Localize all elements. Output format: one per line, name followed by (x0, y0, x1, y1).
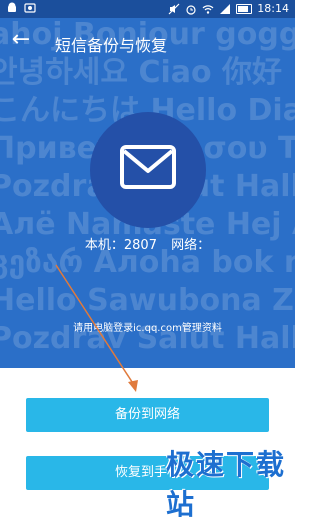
status-time: 18:14 (257, 2, 289, 15)
battery-icon (236, 3, 253, 14)
notification-icon (24, 3, 36, 13)
pattern-line: 안녕하세요 Ciao 你好 Hola (0, 55, 295, 90)
backup-to-network-button[interactable]: 备份到网络 (26, 398, 269, 432)
envelope-icon (120, 145, 176, 189)
page-title: 短信备份与恢复 (55, 36, 168, 55)
mute-icon (168, 3, 180, 14)
pattern-line: Hello Sawubona Zdravo (0, 283, 295, 318)
status-bar: 18:14 (0, 0, 295, 18)
android-icon (8, 2, 16, 12)
sms-icon-circle (90, 112, 206, 228)
wifi-icon (202, 4, 214, 14)
back-button[interactable]: ← (10, 27, 32, 52)
watermark-logo: 极速下载站 (166, 448, 287, 521)
local-count: 本机：2807 (84, 238, 157, 253)
sms-count-stats: 本机：2807 网络： (0, 234, 295, 253)
arrow-left-icon: ← (11, 27, 31, 52)
network-count: 网络： (171, 238, 211, 253)
alarm-icon (186, 4, 196, 15)
hero-banner: ahoj Bonjour gogg h3 here 안녕하세요 Ciao 你好 … (0, 18, 295, 368)
manage-hint: 请用电脑登录ic.qq.com管理资料 (73, 323, 222, 334)
signal-icon (220, 3, 231, 14)
